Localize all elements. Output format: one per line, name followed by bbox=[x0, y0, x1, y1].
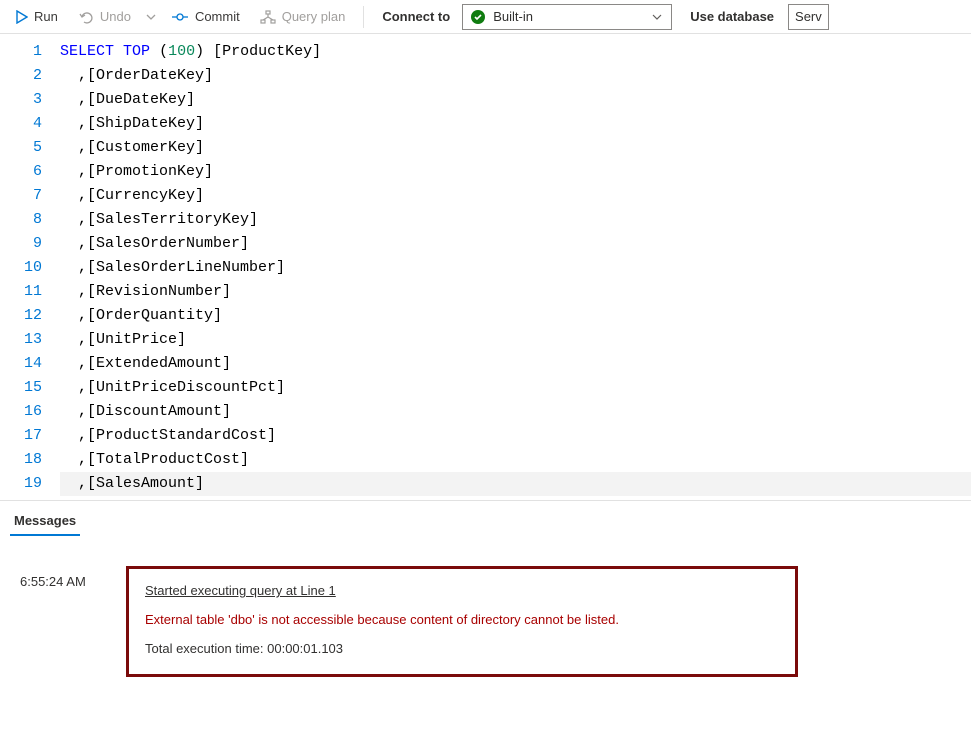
line-number: 9 bbox=[0, 232, 42, 256]
line-number: 7 bbox=[0, 184, 42, 208]
connect-to-dropdown[interactable]: Built-in bbox=[462, 4, 672, 30]
line-number: 2 bbox=[0, 64, 42, 88]
code-line[interactable]: ,[CurrencyKey] bbox=[60, 184, 971, 208]
chevron-down-icon bbox=[651, 11, 663, 23]
code-line[interactable]: ,[UnitPriceDiscountPct] bbox=[60, 376, 971, 400]
line-number-gutter: 12345678910111213141516171819 bbox=[0, 40, 60, 496]
code-line[interactable]: ,[CustomerKey] bbox=[60, 136, 971, 160]
commit-label: Commit bbox=[195, 9, 240, 24]
line-number: 5 bbox=[0, 136, 42, 160]
message-box: Started executing query at Line 1 Extern… bbox=[126, 566, 798, 677]
code-line[interactable]: ,[OrderDateKey] bbox=[60, 64, 971, 88]
code-line[interactable]: ,[SalesAmount] bbox=[60, 472, 971, 496]
code-line[interactable]: ,[ShipDateKey] bbox=[60, 112, 971, 136]
connect-to-label: Connect to bbox=[374, 9, 458, 24]
code-line[interactable]: ,[ProductStandardCost] bbox=[60, 424, 971, 448]
messages-area: 6:55:24 AM Started executing query at Li… bbox=[0, 536, 971, 697]
chevron-down-icon bbox=[145, 11, 157, 23]
code-line[interactable]: ,[DiscountAmount] bbox=[60, 400, 971, 424]
queryplan-label: Query plan bbox=[282, 9, 346, 24]
use-database-value: Serv bbox=[795, 9, 822, 24]
code-line[interactable]: ,[UnitPrice] bbox=[60, 328, 971, 352]
line-number: 6 bbox=[0, 160, 42, 184]
line-number: 17 bbox=[0, 424, 42, 448]
commit-button[interactable]: Commit bbox=[163, 5, 248, 28]
queryplan-icon bbox=[260, 10, 276, 24]
code-line[interactable]: ,[PromotionKey] bbox=[60, 160, 971, 184]
connect-to-value: Built-in bbox=[493, 9, 533, 24]
line-number: 18 bbox=[0, 448, 42, 472]
line-number: 12 bbox=[0, 304, 42, 328]
message-error: External table 'dbo' is not accessible b… bbox=[145, 612, 779, 627]
code-line[interactable]: ,[OrderQuantity] bbox=[60, 304, 971, 328]
line-number: 19 bbox=[0, 472, 42, 496]
use-database-dropdown[interactable]: Serv bbox=[788, 4, 829, 30]
line-number: 1 bbox=[0, 40, 42, 64]
code-line[interactable]: ,[ExtendedAmount] bbox=[60, 352, 971, 376]
code-line[interactable]: ,[RevisionNumber] bbox=[60, 280, 971, 304]
run-button[interactable]: Run bbox=[8, 5, 66, 28]
separator bbox=[363, 6, 364, 28]
commit-icon bbox=[171, 10, 189, 24]
line-number: 13 bbox=[0, 328, 42, 352]
code-line[interactable]: ,[SalesOrderLineNumber] bbox=[60, 256, 971, 280]
queryplan-button[interactable]: Query plan bbox=[252, 5, 354, 28]
undo-label: Undo bbox=[100, 9, 131, 24]
line-number: 10 bbox=[0, 256, 42, 280]
run-label: Run bbox=[34, 9, 58, 24]
line-number: 3 bbox=[0, 88, 42, 112]
results-panel: Messages 6:55:24 AM Started executing qu… bbox=[0, 500, 971, 729]
sql-editor[interactable]: 12345678910111213141516171819 SELECT TOP… bbox=[0, 34, 971, 496]
undo-button[interactable]: Undo bbox=[70, 5, 139, 28]
code-line[interactable]: ,[DueDateKey] bbox=[60, 88, 971, 112]
results-tabs: Messages bbox=[0, 501, 971, 536]
line-number: 16 bbox=[0, 400, 42, 424]
line-number: 14 bbox=[0, 352, 42, 376]
undo-dropdown[interactable] bbox=[143, 7, 159, 27]
undo-icon bbox=[78, 10, 94, 24]
tab-messages[interactable]: Messages bbox=[10, 507, 80, 536]
use-database-label: Use database bbox=[676, 9, 784, 24]
status-ok-icon bbox=[471, 10, 485, 24]
code-line[interactable]: SELECT TOP (100) [ProductKey] bbox=[60, 40, 971, 64]
message-timestamp: 6:55:24 AM bbox=[20, 566, 108, 677]
play-icon bbox=[16, 10, 28, 24]
line-number: 8 bbox=[0, 208, 42, 232]
toolbar: Run Undo Commit Query plan Connect to Bu… bbox=[0, 0, 971, 34]
line-number: 4 bbox=[0, 112, 42, 136]
line-number: 11 bbox=[0, 280, 42, 304]
message-total-time: Total execution time: 00:00:01.103 bbox=[145, 641, 779, 656]
line-number: 15 bbox=[0, 376, 42, 400]
code-line[interactable]: ,[SalesOrderNumber] bbox=[60, 232, 971, 256]
code-line[interactable]: ,[TotalProductCost] bbox=[60, 448, 971, 472]
code-area[interactable]: SELECT TOP (100) [ProductKey] ,[OrderDat… bbox=[60, 40, 971, 496]
code-line[interactable]: ,[SalesTerritoryKey] bbox=[60, 208, 971, 232]
message-started: Started executing query at Line 1 bbox=[145, 583, 779, 598]
